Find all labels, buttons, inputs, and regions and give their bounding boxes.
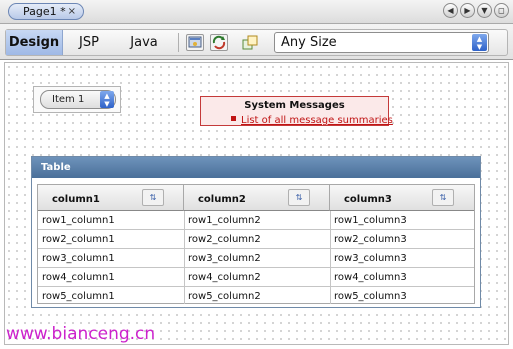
table-row[interactable]: row2_column1 row2_column2 row2_column3 xyxy=(38,230,474,249)
bullet-icon xyxy=(231,116,236,121)
table-cell: row2_column3 xyxy=(334,234,407,245)
view-design-button[interactable]: Design xyxy=(6,30,63,55)
refresh-icon[interactable] xyxy=(210,34,228,51)
table-cell: row1_column2 xyxy=(188,215,261,226)
back-icon[interactable]: ◀ xyxy=(443,3,458,18)
system-messages-title: System Messages xyxy=(244,100,345,111)
item-dropdown-value: Item 1 xyxy=(52,94,85,105)
column-header-1[interactable]: column1 ⇅ xyxy=(38,185,184,211)
view-jsp-button[interactable]: JSP xyxy=(66,30,112,55)
column-header-2[interactable]: column2 ⇅ xyxy=(184,185,330,211)
table-cell: row1_column3 xyxy=(334,215,407,226)
table-cell: row3_column3 xyxy=(334,253,407,264)
tab-label: Page1 * xyxy=(23,5,66,18)
sort-icon[interactable]: ⇅ xyxy=(288,189,310,206)
column-header-3[interactable]: column3 ⇅ xyxy=(330,185,474,211)
layout-icon[interactable] xyxy=(241,34,259,51)
column-header-label: column2 xyxy=(198,194,246,205)
table-row[interactable]: row4_column1 row4_column2 row4_column3 xyxy=(38,268,474,287)
sort-icon[interactable]: ⇅ xyxy=(142,189,164,206)
table-cell: row5_column2 xyxy=(188,291,261,302)
down-circle-icon[interactable]: ▼ xyxy=(477,3,492,18)
tab-page1[interactable]: Page1 * × xyxy=(8,3,84,20)
design-canvas[interactable]: Item 1 ▲ ▼ System Messages List of all me… xyxy=(4,62,509,345)
watermark: www.bianceng.cn xyxy=(6,324,156,344)
table-row[interactable]: row3_column1 row3_column2 row3_column3 xyxy=(38,249,474,268)
chevron-updown-icon: ▲ ▼ xyxy=(100,91,114,108)
forward-icon[interactable]: ▶ xyxy=(460,3,475,18)
table-cell: row4_column3 xyxy=(334,272,407,283)
column-header-label: column1 xyxy=(52,194,100,205)
toolbar-separator xyxy=(178,33,179,52)
table-cell: row3_column2 xyxy=(188,253,261,264)
chevron-updown-icon: ▲ ▼ xyxy=(472,34,487,51)
table-cell: row4_column2 xyxy=(188,272,261,283)
table-cell: row5_column1 xyxy=(42,291,115,302)
close-icon[interactable]: × xyxy=(68,4,76,19)
system-messages[interactable]: System Messages List of all message summ… xyxy=(200,96,393,126)
item-dropdown[interactable]: Item 1 ▲ ▼ xyxy=(40,90,116,109)
toolbar: Design JSP Java Any Size ▲ ▼ xyxy=(0,24,513,60)
table-cell: row1_column1 xyxy=(42,215,115,226)
table-row[interactable]: row1_column1 row1_column2 row1_column3 xyxy=(38,211,474,230)
table-cell: row2_column1 xyxy=(42,234,115,245)
table-cell: row4_column1 xyxy=(42,272,115,283)
data-table[interactable]: Table column1 ⇅ column2 ⇅ column3 ⇅ row1… xyxy=(31,156,481,308)
sort-icon[interactable]: ⇅ xyxy=(432,189,454,206)
table-title: Table xyxy=(32,157,480,178)
view-java-button[interactable]: Java xyxy=(118,30,170,55)
column-header-label: column3 xyxy=(344,194,392,205)
table-cell: row5_column3 xyxy=(334,291,407,302)
table-cell: row3_column1 xyxy=(42,253,115,264)
preview-icon[interactable] xyxy=(186,34,204,51)
table-row[interactable]: row5_column1 row5_column2 row5_column3 xyxy=(38,287,474,306)
toolbar-group: Design JSP Java Any Size ▲ ▼ xyxy=(5,29,508,56)
table-cell: row2_column2 xyxy=(188,234,261,245)
message-summaries-link[interactable]: List of all message summaries xyxy=(241,115,393,126)
table-grid: column1 ⇅ column2 ⇅ column3 ⇅ row1_colum… xyxy=(37,184,475,304)
size-select-value: Any Size xyxy=(281,35,337,50)
tab-bar: Page1 * × ◀ ▶ ▼ ◻ xyxy=(0,0,513,24)
restore-icon[interactable]: ◻ xyxy=(494,3,509,18)
size-select[interactable]: Any Size ▲ ▼ xyxy=(274,32,489,53)
dropdown-container: Item 1 ▲ ▼ xyxy=(33,86,121,113)
window-controls: ◀ ▶ ▼ ◻ xyxy=(443,3,509,18)
